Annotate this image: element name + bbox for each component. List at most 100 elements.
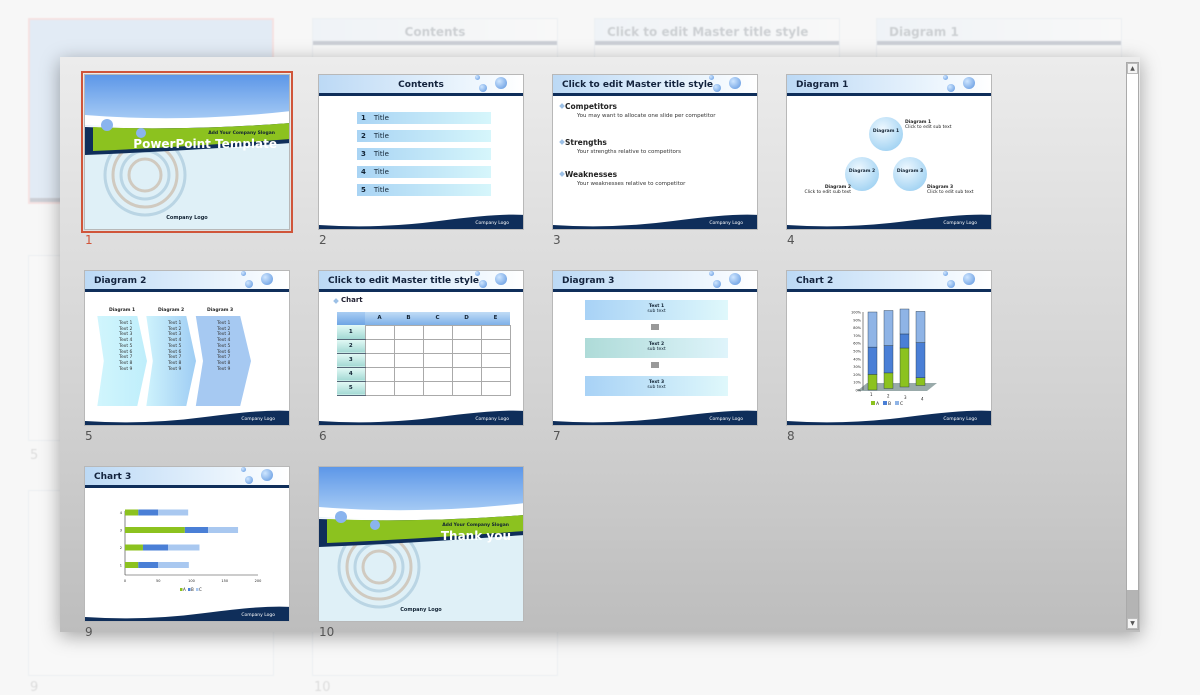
y-tick-label: 80% [853, 326, 861, 330]
chevron-text: Text 1 Text 2 Text 3 Text 4 Text 5 Text 6 Text… [217, 321, 230, 372]
contents-item[interactable]: 3 Title [357, 148, 491, 160]
bullet-heading: Competitors [565, 102, 617, 111]
legend-swatch-A [871, 401, 875, 405]
table-cell[interactable] [364, 380, 395, 396]
table-cell[interactable] [393, 352, 424, 368]
item-label: Title [373, 186, 389, 194]
table-cell[interactable] [364, 366, 395, 382]
scrollbar-thumb[interactable] [1127, 590, 1138, 618]
slide-number: 2 [319, 233, 327, 247]
company-slogan: Add Your Company Slogan [442, 523, 509, 528]
bullet-diamond-icon [333, 298, 339, 304]
company-logo-text: Company Logo [709, 221, 743, 226]
x-tick-label: 100 [188, 579, 195, 583]
table-cell[interactable] [480, 324, 511, 340]
slide-thumbnail-8[interactable]: Chart 2 Company Logo 0% 10% 20% 30% 40% 50% 60% 7… [786, 270, 994, 450]
table-cell[interactable] [393, 324, 424, 340]
table-cell[interactable] [364, 352, 395, 368]
table-cell[interactable] [393, 380, 424, 396]
slide-diagram2[interactable]: Diagram 2 Company Logo Diagram 1 Text 1 Text… [84, 270, 290, 426]
bubble-decoration [713, 280, 721, 288]
slide-thumbnail-4[interactable]: Diagram 1 Company Logo Diagram 1 Diagram 1C… [786, 74, 994, 254]
slide-thumbnail-7[interactable]: Diagram 3 Company Logo Text 1 sub text Text … [552, 270, 760, 450]
slide-title: Diagram 3 [562, 276, 615, 286]
slide-thumbnail-10[interactable]: Add Your Company Slogan Thank you Company … [318, 466, 526, 646]
company-logo-text: Company Logo [400, 607, 442, 613]
legend-label: C [199, 587, 202, 592]
chevron-text-line: Text 8 [119, 360, 133, 366]
item-label: Title [373, 114, 389, 122]
table-cell[interactable] [422, 352, 453, 368]
slide-cover[interactable]: Add Your Company Slogan PowerPoint Templa… [81, 71, 293, 233]
bubble-decoration [370, 520, 380, 530]
table-cell[interactable] [393, 366, 424, 382]
bubble-decoration [475, 271, 480, 276]
chevron-text-line: Text 1 [217, 321, 231, 326]
table-cell[interactable] [451, 338, 482, 354]
chevron-text-line: Text 8 [168, 360, 182, 366]
table-cell[interactable] [480, 338, 511, 354]
table-cell[interactable] [451, 380, 482, 396]
table-cell[interactable] [422, 324, 453, 340]
bubble-decoration [947, 84, 955, 92]
item-label: Title [373, 168, 389, 176]
x-tick-label: 1 [870, 392, 873, 397]
bar-segment-C [158, 562, 189, 568]
table-cell[interactable] [480, 366, 511, 382]
slide-thumbnail-3[interactable]: Click to edit Master title style Company … [552, 74, 760, 254]
slide-thumbnail-2[interactable]: Contents Company Logo 1 Title 2 Title 3 Title 4 T… [318, 74, 526, 254]
bubble-decoration [713, 84, 721, 92]
contents-item[interactable]: 1 Title [357, 112, 491, 124]
scroll-down-arrow-icon[interactable]: ▼ [1127, 618, 1138, 629]
vertical-scrollbar[interactable]: ▲ ▼ [1126, 62, 1139, 630]
column-header: E [481, 312, 510, 325]
column-segment-C [883, 310, 894, 346]
table-row: 2 [337, 338, 511, 354]
table-cell[interactable] [422, 338, 453, 354]
contents-item[interactable]: 4 Title [357, 166, 491, 178]
table-cell[interactable] [393, 338, 424, 354]
chevron-text-line: Text 5 [168, 343, 182, 349]
company-logo-text: Company Logo [241, 417, 275, 422]
y-tick-label: 10% [853, 381, 861, 385]
table-cell[interactable] [364, 338, 395, 354]
bubble-decoration [241, 271, 246, 276]
chevron-text-line: Text 4 [168, 338, 182, 344]
legend-label: B [888, 401, 891, 407]
table-cell[interactable] [480, 380, 511, 396]
contents-item[interactable]: 5 Title [357, 184, 491, 196]
table-cell[interactable] [422, 366, 453, 382]
item-label: Title [373, 132, 389, 140]
table-cell[interactable] [451, 324, 482, 340]
slide-title-bar: Click to edit Master title style [319, 271, 523, 292]
table-cell[interactable] [364, 324, 395, 340]
slide-thumbnail-1[interactable]: Add Your Company Slogan PowerPoint Templa… [81, 71, 293, 254]
slide-chart2[interactable]: Chart 2 Company Logo 0% 10% 20% 30% 40% 50% 60% 7… [786, 270, 992, 426]
white-wave [85, 111, 289, 128]
table-cell[interactable] [451, 366, 482, 382]
scroll-up-arrow-icon[interactable]: ▲ [1127, 63, 1138, 74]
bubble-decoration [261, 273, 273, 285]
contents-item[interactable]: 2 Title [357, 130, 491, 142]
slide-diagram1[interactable]: Diagram 1 Company Logo Diagram 1 Diagram 1C… [786, 74, 992, 230]
slide-diagram3[interactable]: Diagram 3 Company Logo Text 1 sub text Text … [552, 270, 758, 426]
y-tick-label: 4 [120, 511, 123, 515]
slide-cover[interactable]: Add Your Company Slogan Thank you Company … [318, 466, 524, 622]
slide-table[interactable]: Click to edit Master title style Company … [318, 270, 524, 426]
bar-segment-A [125, 562, 139, 568]
bubble-decoration [729, 273, 741, 285]
table-cell[interactable] [480, 352, 511, 368]
item-label: Title [373, 150, 389, 158]
slide-chart3[interactable]: Chart 3 Company Logo 0 50 100 150 200 1 2 3 4 A B C [84, 466, 290, 622]
column-segment-B [915, 342, 926, 378]
slide-thumbnail-5[interactable]: Diagram 2 Company Logo Diagram 1 Text 1 Text… [84, 270, 292, 450]
slide-thumbnail-9[interactable]: Chart 3 Company Logo 0 50 100 150 200 1 2 3 4 A B C 9 [84, 466, 292, 646]
cover-title: Thank you [440, 529, 511, 543]
slide-thumbnail-6[interactable]: Click to edit Master title style Company … [318, 270, 526, 450]
item-number: 5 [361, 186, 366, 194]
diagram-caption: Diagram 3 Click to edit sub text [927, 185, 987, 195]
slide-bullets[interactable]: Click to edit Master title style Company … [552, 74, 758, 230]
table-cell[interactable] [451, 352, 482, 368]
table-cell[interactable] [422, 380, 453, 396]
slide-contents[interactable]: Contents Company Logo 1 Title 2 Title 3 Title 4 T… [318, 74, 524, 230]
